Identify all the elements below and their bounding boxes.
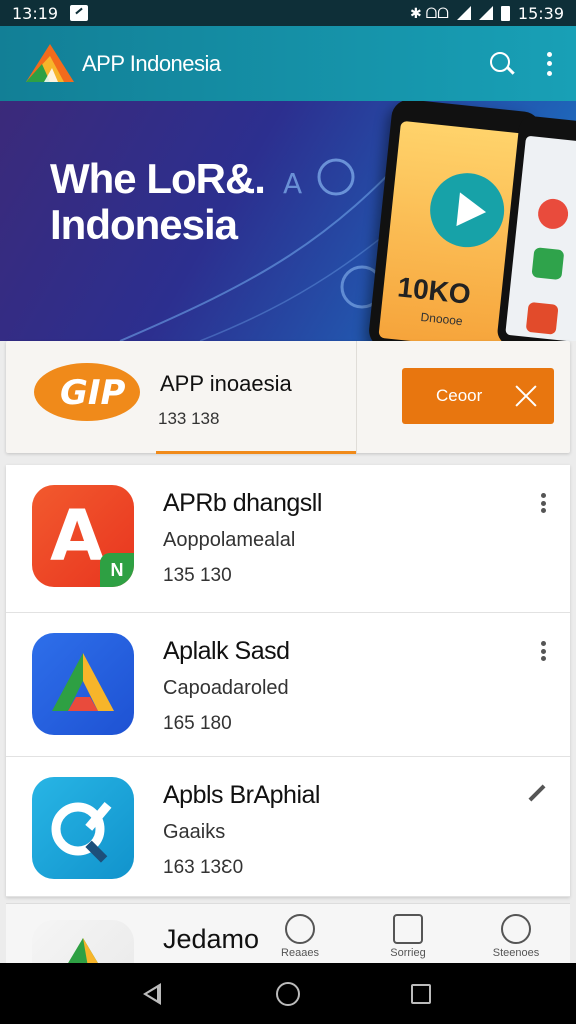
app-badge: N [100,553,134,587]
list-item[interactable]: Aplalk Sasd Capoadaroled 165 180 [6,613,570,757]
phone-text: 10KO [396,271,473,310]
promo-logo-icon: GIP [32,361,142,423]
list-item-partial[interactable]: Jedamo Reaaes Sorrieg Steenoes [6,903,570,963]
promo-action-label: Ceoor [436,386,483,405]
app-icon-letter: A [50,495,105,577]
edit-icon[interactable] [528,785,546,803]
app-name: APRb dhangsll [163,489,322,517]
app-developer: Gaaiks [163,821,226,843]
promo-card[interactable]: GIP APP inoaesia 133 138 Ceoor [6,341,570,454]
promo-app-meta: 133 138 [158,409,220,428]
app-meta: 163 13Ɛ0 [163,857,244,878]
app-name: Aplalk Sasd [163,637,290,665]
app-name: Jedamo [163,924,260,954]
tab-settings[interactable]: Steenoes [471,904,561,963]
app-list: A N APRb dhangsll Aoppolamealal 135 130 … [6,465,570,897]
app-name: Apbls BrAphial [163,781,320,809]
bluetooth-icon: ✱ ᗝᗝ [410,4,449,21]
banner-glyph: A [283,167,303,200]
app-icon: A N [32,485,134,587]
signal-icon [478,6,493,20]
battery-icon [500,5,510,21]
app-logo-icon [24,42,76,86]
app-icon [525,301,559,335]
featured-banner[interactable]: A Whe LoR&. Indonesia 10KO Dnoooe [0,101,576,341]
divider [356,341,357,453]
tab-label: Steenoes [492,947,540,959]
wifi-icon [456,6,471,20]
app-icon [32,633,134,735]
bottom-tab-bar: Reaaes Sorrieg Steenoes [246,904,570,963]
pause-icon [285,914,315,944]
profile-icon [501,914,531,944]
promo-app-name: APP inoaesia [160,371,292,396]
svg-text:GIP: GIP [60,373,126,413]
app-icon [32,920,134,963]
status-time-right: 15:39 [517,3,564,23]
banner-headline-line1: Whe LoR&. [50,155,266,202]
app-developer: Capoadaroled [163,677,289,699]
chrome-icon [536,197,570,231]
more-options-icon[interactable] [540,493,546,513]
banner-headline-line2: Indonesia [50,201,238,248]
app-meta: 165 180 [163,713,232,734]
app-title: APP Indonesia [82,50,221,76]
app-meta: 135 130 [163,565,232,586]
promo-progress-bar [156,451,356,454]
tab-sorting[interactable]: Sorrieg [363,904,453,963]
banner-headline: Whe LoR&. Indonesia [50,155,266,248]
close-icon[interactable] [512,382,540,410]
promo-action-button[interactable]: Ceoor [402,368,554,424]
system-nav-bar [0,963,576,1024]
notification-icon [70,5,89,21]
app-icon [32,777,134,879]
screen-icon [393,914,423,944]
recent-apps-icon[interactable] [410,983,431,1004]
tab-label: Sorrieg [390,947,426,959]
tab-label: Reaaes [281,947,319,959]
status-icons: ✱ ᗝᗝ 15:39 [410,4,564,23]
phone-subtext: Dnoooe [419,309,464,329]
app-icon [531,247,565,281]
search-icon[interactable] [488,50,516,78]
status-bar: 13:19 ✱ ᗝᗝ 15:39 [0,0,576,26]
list-item[interactable]: A N APRb dhangsll Aoppolamealal 135 130 [6,465,570,613]
app-developer: Aoppolamealal [163,529,296,551]
play-icon [426,169,508,251]
tab-updates[interactable]: Reaaes [255,904,345,963]
status-time-left: 13:19 [12,3,59,23]
app-bar: APP Indonesia [0,26,576,101]
list-item[interactable]: Apbls BrAphial Gaaiks 163 13Ɛ0 [6,757,570,897]
home-icon[interactable] [275,981,300,1006]
more-options-icon[interactable] [540,641,546,661]
overflow-menu-icon[interactable] [546,51,552,76]
